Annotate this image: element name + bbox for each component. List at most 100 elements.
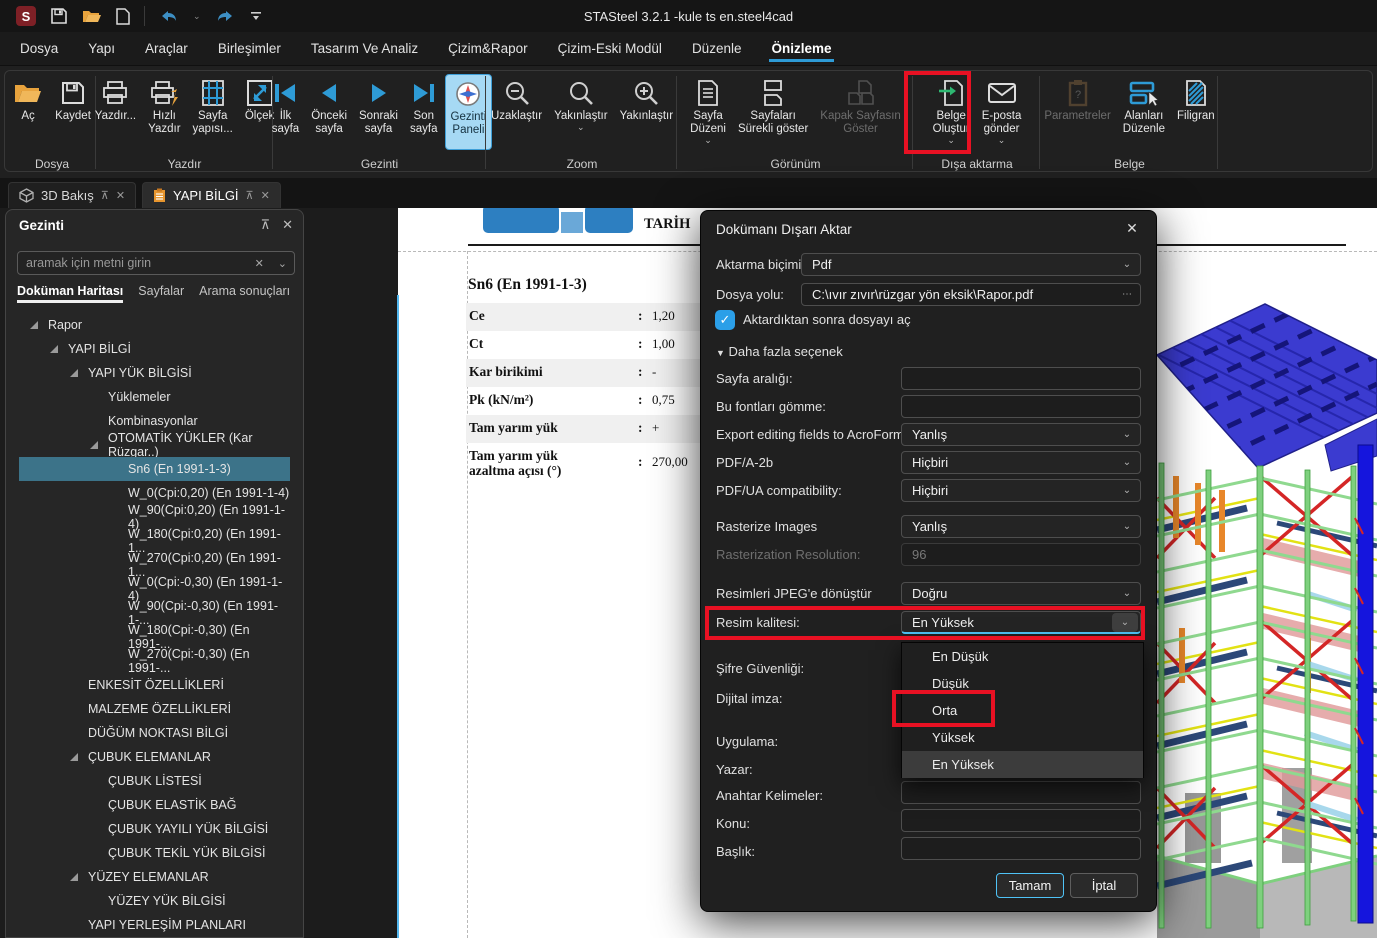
tree-item[interactable]: DÜĞÜM NOKTASI BİLGİ <box>19 721 290 745</box>
edit-fields-button[interactable]: Alanları Düzenle <box>1118 74 1170 150</box>
open-after-checkbox[interactable]: ✓ <box>715 310 735 330</box>
tree-item[interactable]: W_270(Cpi:-0,30) (En 1991-... <box>19 649 290 673</box>
jpeg-convert-combo[interactable]: Doğru⌄ <box>901 582 1141 605</box>
path-input[interactable]: C:\ıvır zıvır\rüzgar yön eksik\Rapor.pdf… <box>801 283 1141 306</box>
tree-item[interactable]: ÇUBUK TEKİL YÜK BİLGİSİ <box>19 841 290 865</box>
close-icon[interactable]: ✕ <box>261 189 270 202</box>
dropdown-item[interactable]: En Düşük <box>902 643 1143 670</box>
dropdown-item[interactable]: En Yüksek <box>902 751 1143 778</box>
format-combo[interactable]: Pdf ⌄ <box>801 253 1141 276</box>
expander-icon[interactable] <box>69 872 88 882</box>
first-page-button[interactable]: İlk sayfa <box>267 74 305 150</box>
tree-item[interactable]: W_90(Cpi:-0,30) (En 1991-1-... <box>19 601 290 625</box>
expander-icon[interactable] <box>29 320 48 330</box>
page-layout-button[interactable]: Sayfa Düzeni ⌄ <box>685 74 731 150</box>
app-logo-icon[interactable]: S <box>16 6 36 26</box>
tree-item[interactable]: ENKESİT ÖZELLİKLERİ <box>19 673 290 697</box>
more-options-expander[interactable]: ▼ Daha fazla seçenek <box>716 344 843 359</box>
new-document-icon[interactable] <box>116 8 130 25</box>
next-page-button[interactable]: Sonraki sayfa <box>354 74 403 150</box>
open-button[interactable]: Aç <box>8 74 48 150</box>
redo-icon[interactable] <box>215 8 235 24</box>
menu-9[interactable]: Önizleme <box>769 32 833 65</box>
tree-item[interactable]: YÜZEY ELEMANLAR <box>19 865 290 889</box>
expander-icon[interactable] <box>69 368 88 378</box>
menu-1[interactable]: Dosya <box>18 32 60 65</box>
menu-4[interactable]: Birleşimler <box>216 32 283 65</box>
zoom-out-button[interactable]: Uzaklaştır <box>486 74 547 150</box>
tree-item[interactable]: ÇUBUK YAYILI YÜK BİLGİSİ <box>19 817 290 841</box>
tree-item[interactable]: W_0(Cpi:-0,30) (En 1991-1-4) <box>19 577 290 601</box>
pin-icon[interactable]: ⊼ <box>261 217 271 233</box>
tab-arama-sonuclari[interactable]: Arama sonuçları <box>199 284 290 303</box>
tree-item[interactable]: W_0(Cpi:0,20) (En 1991-1-4) <box>19 481 290 505</box>
menu-3[interactable]: Araçlar <box>143 32 190 65</box>
close-icon[interactable]: ✕ <box>116 189 125 202</box>
tree-item[interactable]: ÇUBUK LİSTESİ <box>19 769 290 793</box>
expander-icon[interactable] <box>49 344 68 354</box>
tree-item[interactable]: YAPI BİLGİ <box>19 337 290 361</box>
tab-yapi-bilgi[interactable]: YAPI BİLGİ ⊼ ✕ <box>142 182 281 208</box>
tab-sayfalar[interactable]: Sayfalar <box>138 284 184 303</box>
zoom-in-button[interactable]: Yakınlaştır <box>615 74 678 150</box>
subject-input[interactable] <box>901 809 1141 832</box>
title-input[interactable] <box>901 837 1141 860</box>
tree-item[interactable]: W_270(Cpi:0,20) (En 1991-1... <box>19 553 290 577</box>
page-setup-button[interactable]: Sayfa yapısı... <box>188 74 238 150</box>
tree-item[interactable]: YAPI YERLEŞİM PLANLARI <box>19 913 290 937</box>
cancel-button[interactable]: İptal <box>1070 873 1138 898</box>
watermark-button[interactable]: Filigran <box>1172 74 1220 150</box>
chevron-down-icon[interactable]: ⌄ <box>271 257 294 270</box>
pin-icon[interactable]: ⊼ <box>246 189 254 202</box>
undo-dropdown-icon[interactable]: ⌄ <box>193 11 201 22</box>
acroforms-combo[interactable]: Yanlış⌄ <box>901 423 1141 446</box>
print-button[interactable]: Yazdır... <box>90 74 141 150</box>
page-range-input[interactable] <box>901 367 1141 390</box>
open-folder-icon[interactable] <box>82 8 102 24</box>
tree-item[interactable]: YAPI YÜK BİLGİSİ <box>19 361 290 385</box>
tree-item[interactable]: Sn6 (En 1991-1-3) <box>19 457 290 481</box>
dropdown-item[interactable]: Yüksek <box>902 724 1143 751</box>
menu-8[interactable]: Düzenle <box>690 32 744 65</box>
tree-item[interactable]: W_90(Cpi:0,20) (En 1991-1-4) <box>19 505 290 529</box>
tree-item[interactable]: ÇUBUK ELEMANLAR <box>19 745 290 769</box>
tree-item[interactable]: Yüklemeler <box>19 385 290 409</box>
pdfa-combo[interactable]: Hiçbiri⌄ <box>901 451 1141 474</box>
close-icon[interactable]: ✕ <box>282 217 293 233</box>
previous-page-button[interactable]: Önceki sayfa <box>306 74 352 150</box>
expander-icon[interactable] <box>69 752 88 762</box>
tree-item[interactable]: YÜZEY YÜK BİLGİSİ <box>19 889 290 913</box>
tree-item[interactable]: OTOMATİK YÜKLER (Kar Rüzgar..) <box>19 433 290 457</box>
embed-fonts-input[interactable] <box>901 395 1141 418</box>
tree-item[interactable]: W_180(Cpi:-0,30) (En 1991-... <box>19 625 290 649</box>
tree-item[interactable]: MALZEME ÖZELLİKLERİ <box>19 697 290 721</box>
pdfua-combo[interactable]: Hiçbiri⌄ <box>901 479 1141 502</box>
undo-icon[interactable] <box>159 8 179 24</box>
tab-3d-bakis[interactable]: 3D Bakış ⊼ ✕ <box>8 182 136 208</box>
last-page-button[interactable]: Son sayfa <box>405 74 443 150</box>
send-email-button[interactable]: E-posta gönder ⌄ <box>977 74 1027 150</box>
zoom-button[interactable]: Yakınlaştır ⌄ <box>549 74 612 150</box>
tab-dokuman-haritasi[interactable]: Doküman Haritası <box>17 284 123 303</box>
search-box[interactable]: ✕ ⌄ <box>17 251 295 275</box>
tree-item[interactable]: ÇUBUK ELASTİK BAĞ <box>19 793 290 817</box>
tree-item[interactable]: W_180(Cpi:0,20) (En 1991-1... <box>19 529 290 553</box>
rasterize-combo[interactable]: Yanlış⌄ <box>901 515 1141 538</box>
expander-icon[interactable] <box>89 440 108 450</box>
quick-print-button[interactable]: Hızlı Yazdır <box>143 74 185 150</box>
tree-item[interactable]: Rapor <box>19 313 290 337</box>
pin-icon[interactable]: ⊼ <box>101 189 109 202</box>
ok-button[interactable]: Tamam <box>996 873 1064 898</box>
save-icon[interactable] <box>50 7 68 25</box>
keywords-input[interactable] <box>901 781 1141 804</box>
menu-6[interactable]: Çizim&Rapor <box>446 32 530 65</box>
close-icon[interactable]: ✕ <box>1122 220 1142 237</box>
customize-toolbar-icon[interactable] <box>249 10 263 22</box>
clear-search-icon[interactable]: ✕ <box>248 257 271 270</box>
browse-ellipsis-icon[interactable]: ⋯ <box>1114 289 1140 300</box>
menu-2[interactable]: Yapı <box>86 32 117 65</box>
menu-7[interactable]: Çizim-Eski Modül <box>556 32 664 65</box>
continuous-pages-button[interactable]: Sayfaları Sürekli göster <box>733 74 813 150</box>
tree-item[interactable]: Kombinasyonlar <box>19 409 290 433</box>
menu-5[interactable]: Tasarım Ve Analiz <box>309 32 420 65</box>
